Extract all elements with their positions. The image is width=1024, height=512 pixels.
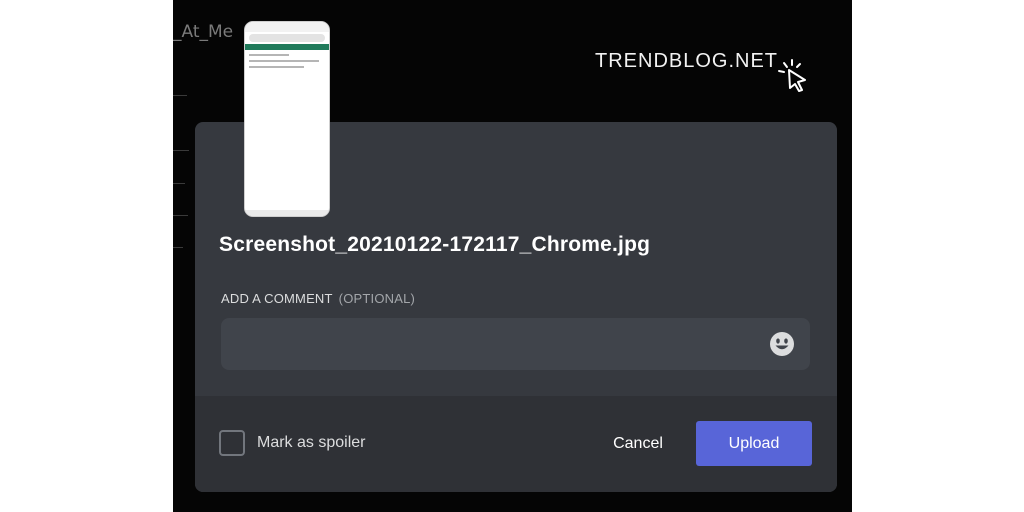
background-channel-title: _At_Me	[173, 22, 234, 42]
spoiler-label[interactable]: Mark as spoiler	[257, 434, 365, 452]
smile-emoji-icon[interactable]	[769, 331, 795, 357]
click-cursor-icon	[778, 59, 806, 92]
file-preview-thumbnail	[244, 21, 330, 217]
spoiler-checkbox[interactable]	[219, 430, 245, 456]
trendblog-watermark: TRENDBLOG.NET	[595, 50, 779, 72]
upload-button[interactable]: Upload	[696, 421, 812, 466]
upload-filename: Screenshot_20210122-172117_Chrome.jpg	[219, 233, 651, 256]
background-sidebar-fragments	[173, 95, 193, 255]
comment-input[interactable]	[221, 318, 810, 370]
comment-label: ADD A COMMENT (OPTIONAL)	[221, 291, 415, 306]
cancel-button[interactable]: Cancel	[600, 422, 676, 466]
comment-optional-text: (OPTIONAL)	[338, 291, 416, 306]
comment-label-text: ADD A COMMENT	[221, 291, 333, 306]
